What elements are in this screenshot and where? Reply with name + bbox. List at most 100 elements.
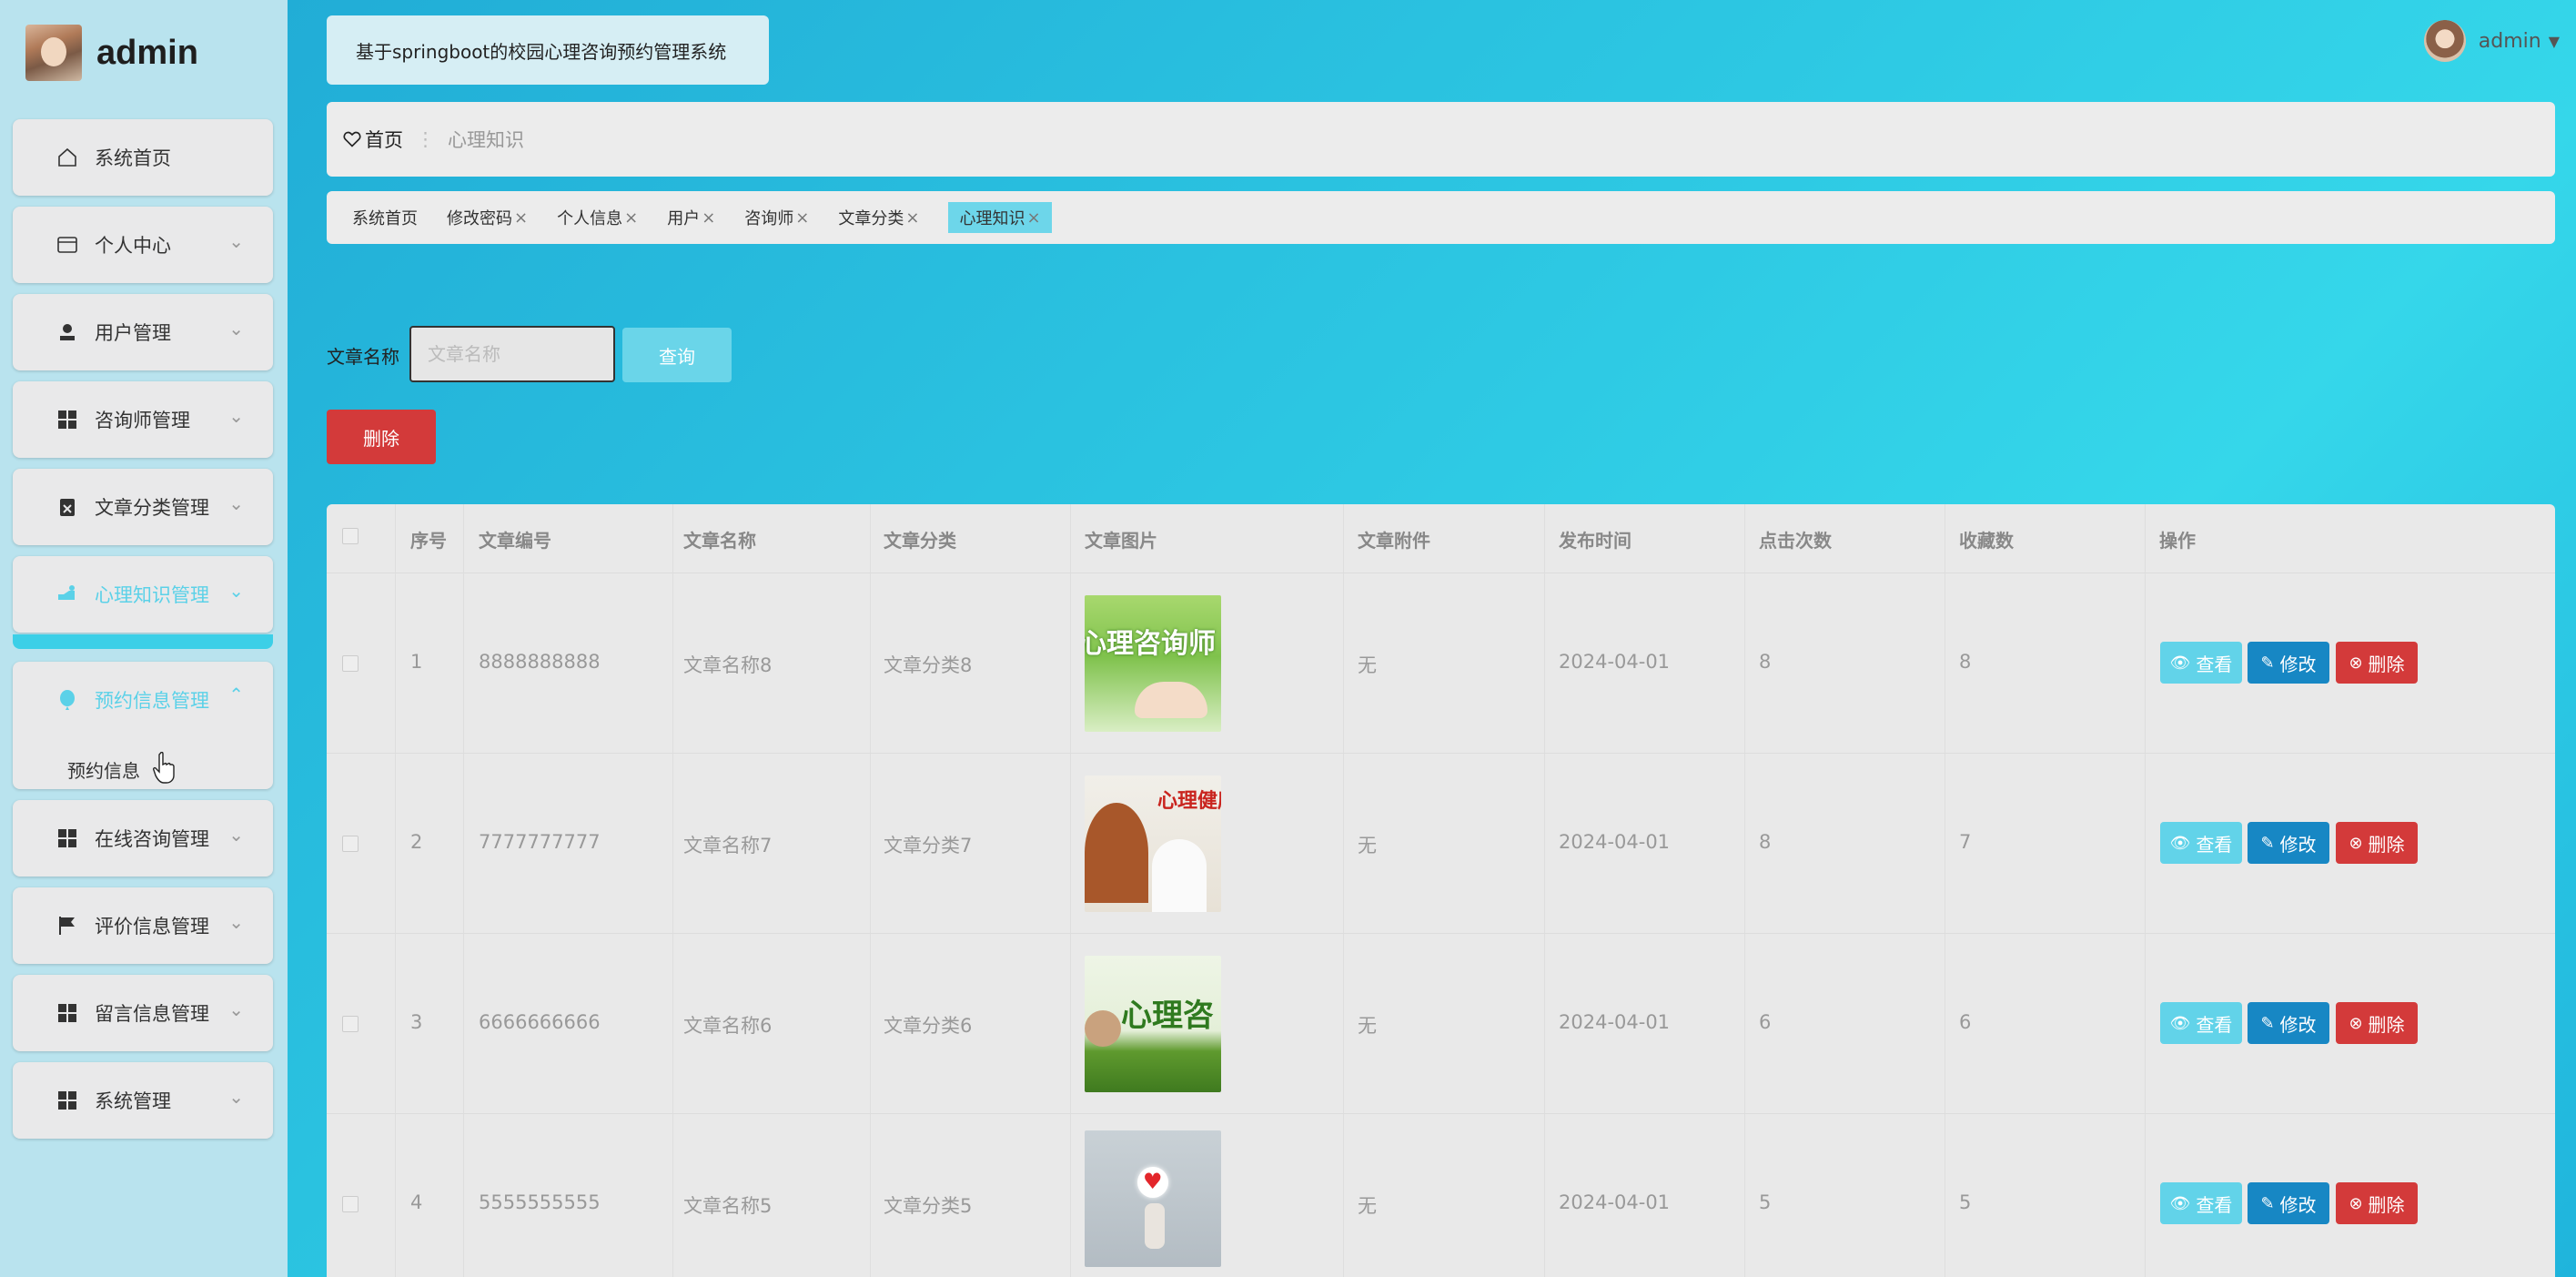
edit-button[interactable]: ✎ 修改 (2248, 1002, 2329, 1044)
tab-change-password[interactable]: 修改密码 × (447, 202, 540, 233)
view-label: 查看 (2196, 653, 2233, 675)
submenu-header[interactable]: 预约信息管理 ⌃ (13, 662, 273, 738)
delete-button[interactable]: ⊗ 删除 (2336, 642, 2418, 684)
close-icon[interactable]: × (702, 208, 715, 228)
column-header: 文章分类 (884, 530, 956, 552)
menu-item-appointment-management: 预约信息管理 ⌃ 预约信息 (13, 662, 273, 789)
close-icon[interactable]: × (1026, 208, 1040, 228)
column-header: 文章编号 (479, 530, 551, 552)
tab-psych-knowledge[interactable]: 心理知识 × (948, 202, 1052, 233)
user-menu[interactable]: admin ▼ (2423, 20, 2560, 62)
image-caption: 心理咨询师 (1085, 628, 1216, 660)
balloon-icon (60, 690, 75, 710)
tab-home[interactable]: 系统首页 (352, 202, 430, 233)
view-button[interactable]: 👁 查看 (2160, 822, 2242, 864)
grid-icon (58, 829, 76, 847)
view-button[interactable]: 👁 查看 (2160, 1182, 2242, 1224)
tab-article-categories[interactable]: 文章分类 × (838, 202, 932, 233)
batch-delete-button[interactable]: 删除 (327, 410, 436, 464)
chevron-down-icon: ⌄ (228, 492, 244, 514)
cell-index: 3 (410, 1011, 423, 1033)
view-button[interactable]: 👁 查看 (2160, 1002, 2242, 1044)
cell-article-number: 7777777777 (479, 831, 601, 853)
row-checkbox[interactable] (342, 1016, 359, 1032)
row-checkbox[interactable] (342, 836, 359, 852)
breadcrumb-current: 心理知识 (448, 129, 524, 151)
cell-click-count: 8 (1759, 831, 1772, 853)
cell-favorites: 6 (1959, 1011, 1972, 1033)
view-button[interactable]: 👁 查看 (2160, 642, 2242, 684)
menu-item-review-management[interactable]: 评价信息管理 ⌄ (13, 887, 273, 964)
heart-icon: ♥ (1143, 1169, 1163, 1194)
delete-button[interactable]: ⊗ 删除 (2336, 822, 2418, 864)
view-label: 查看 (2196, 833, 2233, 856)
tab-personal-info[interactable]: 个人信息 × (557, 202, 651, 233)
hand-icon (58, 585, 75, 600)
close-circle-icon: ⊗ (2349, 1193, 2363, 1213)
menu-item-user-management[interactable]: 用户管理 ⌄ (13, 294, 273, 370)
delete-label: 删除 (2368, 833, 2405, 856)
tab-label: 心理知识 (959, 209, 1025, 228)
delete-button[interactable]: ⊗ 删除 (2336, 1182, 2418, 1224)
caret-down-icon: ▼ (2548, 32, 2560, 50)
cell-attachment: 无 (1358, 1015, 1377, 1037)
cell-article-name: 文章名称6 (683, 1015, 773, 1037)
edit-button[interactable]: ✎ 修改 (2248, 822, 2329, 864)
tab-label: 用户 (667, 209, 701, 228)
delete-button[interactable]: ⊗ 删除 (2336, 1002, 2418, 1044)
menu-item-online-consult-management[interactable]: 在线咨询管理 ⌄ (13, 800, 273, 877)
heart-shelf-graphic (1085, 803, 1148, 903)
cell-click-count: 5 (1759, 1191, 1772, 1213)
search-label: 文章名称 (327, 346, 399, 368)
cell-article-name: 文章名称8 (683, 654, 773, 676)
menu-item-system-management[interactable]: 系统管理 ⌄ (13, 1062, 273, 1139)
close-icon[interactable]: × (905, 208, 919, 228)
table-row: 4 5555555555 文章名称5 文章分类5 ♥ 无 2024-04-01 … (327, 1114, 2555, 1277)
row-checkbox[interactable] (342, 655, 359, 672)
close-icon[interactable]: × (795, 208, 809, 228)
edit-label: 修改 (2279, 1013, 2317, 1036)
column-header: 序号 (410, 530, 447, 552)
column-header: 文章附件 (1358, 530, 1430, 552)
breadcrumb: 首页 ⋮ 心理知识 (327, 102, 2555, 177)
close-icon[interactable]: × (624, 208, 638, 228)
tab-counselors[interactable]: 咨询师 × (744, 202, 822, 233)
cell-article-category: 文章分类5 (884, 1195, 973, 1217)
chevron-down-icon: ⌄ (228, 998, 244, 1020)
submenu-item-appointment-info[interactable]: 预约信息 (67, 756, 140, 783)
menu-item-personal-center[interactable]: 个人中心 ⌄ (13, 207, 273, 283)
table-row: 2 7777777777 文章名称7 文章分类7 心理健康 无 2024-04-… (327, 754, 2555, 934)
search-button[interactable]: 查询 (622, 328, 732, 382)
cell-click-count: 8 (1759, 651, 1772, 673)
edit-label: 修改 (2279, 833, 2317, 856)
active-indicator (13, 634, 273, 649)
menu-item-psych-knowledge-management[interactable]: 心理知识管理 ⌄ (13, 556, 273, 633)
edit-button[interactable]: ✎ 修改 (2248, 1182, 2329, 1224)
hand-cursor-icon (153, 752, 175, 784)
chevron-down-icon: ⌄ (228, 824, 244, 846)
article-image: 心理健康 (1085, 775, 1221, 912)
tab-users[interactable]: 用户 × (667, 202, 728, 233)
tab-label: 文章分类 (838, 209, 904, 228)
delete-label: 删除 (2368, 1013, 2405, 1036)
search-input[interactable] (409, 326, 615, 382)
row-checkbox[interactable] (342, 1196, 359, 1212)
menu-item-home[interactable]: 系统首页 (13, 119, 273, 196)
menu-item-counselor-management[interactable]: 咨询师管理 ⌄ (13, 381, 273, 458)
column-header: 操作 (2159, 530, 2196, 552)
column-header: 文章图片 (1085, 530, 1157, 552)
tabs-bar: 系统首页 修改密码 × 个人信息 × 用户 × 咨询师 × 文章分类 × 心理知识 × (327, 191, 2555, 244)
menu-item-article-category-management[interactable]: 文章分类管理 ⌄ (13, 469, 273, 545)
close-icon[interactable]: × (514, 208, 528, 228)
breadcrumb-home[interactable]: 首页 (365, 126, 403, 153)
edit-button[interactable]: ✎ 修改 (2248, 642, 2329, 684)
cell-index: 2 (410, 831, 423, 853)
cell-favorites: 8 (1959, 651, 1972, 673)
cell-article-number: 6666666666 (479, 1011, 601, 1033)
chevron-down-icon: ⌄ (228, 580, 244, 602)
menu-item-message-management[interactable]: 留言信息管理 ⌄ (13, 975, 273, 1051)
grid-icon (58, 410, 76, 429)
select-all-checkbox[interactable] (342, 528, 359, 544)
pencil-icon: ✎ (2260, 1013, 2275, 1033)
hand-graphic (1145, 1203, 1165, 1249)
